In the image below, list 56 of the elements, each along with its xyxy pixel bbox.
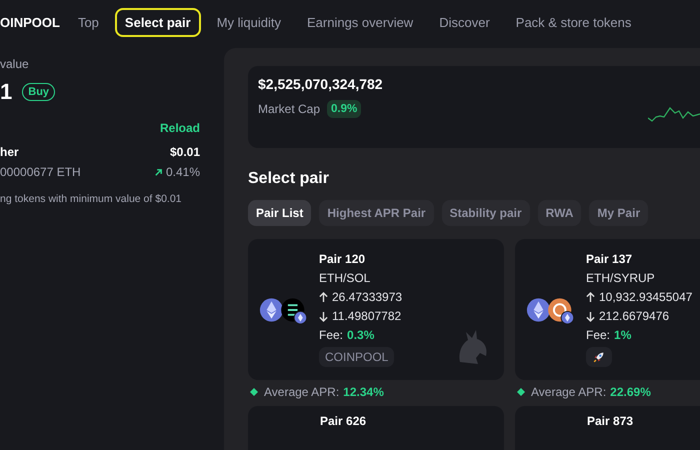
diamond-bullet-icon xyxy=(250,388,258,396)
token-name: her xyxy=(0,145,19,159)
filter-tab[interactable]: My Pair xyxy=(589,200,648,226)
arrow-up-icon xyxy=(586,292,595,302)
filter-tab[interactable]: Stability pair xyxy=(442,200,530,226)
logo-text: OINPOOL xyxy=(0,14,60,30)
trend-up-icon xyxy=(154,168,163,176)
price-change: 0.41% xyxy=(166,165,200,179)
pair-card[interactable]: Pair 626 xyxy=(248,406,504,450)
market-cap-value: $2,525,070,324,782 xyxy=(258,76,383,92)
nav-link[interactable]: Pack & store tokens xyxy=(506,8,642,36)
pair-symbol: ETH/SOL xyxy=(319,271,372,285)
source-tag: COINPOOL xyxy=(319,347,394,367)
pair-name: Pair 873 xyxy=(587,414,634,428)
apr-label: Average APR: xyxy=(264,385,340,399)
reserve-amount: 26.47333973 xyxy=(332,290,402,304)
market-cap-label: Market Cap xyxy=(258,102,320,116)
apr-value: 22.69% xyxy=(610,385,651,399)
fee-value: 1% xyxy=(614,328,632,342)
reserve-amount: 11.49807782 xyxy=(332,309,402,323)
nav-link[interactable]: Top xyxy=(68,8,109,36)
filter-tab[interactable]: RWA xyxy=(538,200,582,226)
filter-tab[interactable]: Highest APR Pair xyxy=(319,200,434,226)
pair-card[interactable]: Pair 873 xyxy=(515,406,700,450)
pair-card[interactable]: Pair 137 ETH/SYRUP 10,932.93455047 212.6679476 Fee: 1% xyxy=(515,239,700,380)
reload-link[interactable]: Reload xyxy=(160,121,200,135)
arrow-up-icon xyxy=(319,292,328,302)
pair-card[interactable]: Pair 120 ETH/SOL 26.47333973 11.49807782 Fee: 0.3% COINPOOL xyxy=(248,239,504,380)
balance-amount: 1 xyxy=(0,79,12,105)
buy-button[interactable]: Buy xyxy=(22,83,56,101)
note-text: ng tokens with minimum value of $0.01 xyxy=(0,193,183,205)
reserve-amount: 212.6679476 xyxy=(599,309,670,323)
apr-label: Average APR: xyxy=(531,385,606,399)
arrow-down-icon xyxy=(319,310,328,322)
diamond-bullet-icon xyxy=(517,388,525,396)
market-cap-change: 0.9% xyxy=(327,100,362,118)
rocket-icon xyxy=(592,350,606,364)
balance-label: value xyxy=(0,57,30,71)
token-price: $0.01 xyxy=(170,145,200,159)
arrow-down-icon xyxy=(586,310,595,322)
apr-value: 12.34% xyxy=(343,385,384,399)
pair-symbol: ETH/SYRUP xyxy=(586,271,656,285)
fee-label: Fee: xyxy=(586,328,610,342)
pair-name: Pair 626 xyxy=(320,414,366,428)
nav-link[interactable]: Earnings overview xyxy=(296,8,424,36)
nav-link[interactable]: Discover xyxy=(429,8,500,36)
nav-link[interactable]: Select pair xyxy=(114,8,201,36)
pair-name: Pair 120 xyxy=(319,252,366,266)
fee-value: 0.3% xyxy=(347,328,374,342)
reserve-amount: 10,932.93455047 xyxy=(599,290,692,304)
pair-name: Pair 137 xyxy=(586,252,634,266)
fee-label: Fee: xyxy=(319,328,344,342)
filter-tab[interactable]: Pair List xyxy=(248,200,312,226)
nav-link[interactable]: My liquidity xyxy=(206,8,291,36)
token-balance: 00000677 ETH xyxy=(0,165,81,179)
section-title: Select pair xyxy=(248,170,330,188)
